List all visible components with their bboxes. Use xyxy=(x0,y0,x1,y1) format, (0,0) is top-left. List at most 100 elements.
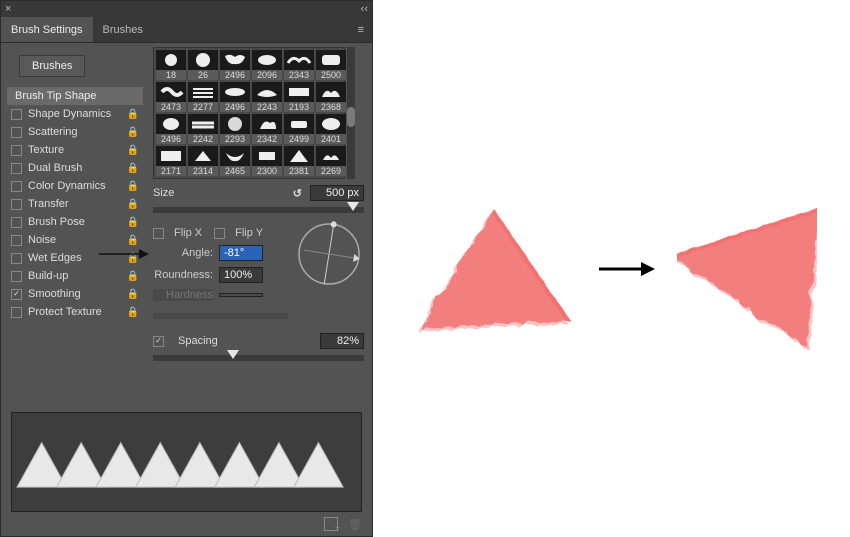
brush-thumbnail[interactable]: 2171 xyxy=(156,146,186,176)
new-preset-icon[interactable]: + xyxy=(324,517,338,531)
thumb-preview xyxy=(284,146,314,166)
brushes-button[interactable]: Brushes xyxy=(19,55,85,77)
category-checkbox[interactable] xyxy=(11,307,22,318)
collapse-icon[interactable]: ‹‹ xyxy=(361,3,368,15)
thumb-number: 2496 xyxy=(156,134,186,144)
category-checkbox[interactable] xyxy=(11,109,22,120)
thumb-number: 2343 xyxy=(284,70,314,80)
trash-icon[interactable]: 🗑 xyxy=(348,518,362,531)
grid-scrollbar[interactable] xyxy=(347,47,355,179)
categories-sidebar: Brushes Brush Tip ShapeShape Dynamics🔒Sc… xyxy=(1,43,149,406)
angle-dial[interactable] xyxy=(294,219,364,289)
brush-thumbnail[interactable]: 26 xyxy=(188,50,218,80)
size-input[interactable] xyxy=(310,185,364,201)
brush-thumbnail[interactable]: 2496 xyxy=(220,50,250,80)
brush-thumbnail[interactable]: 2314 xyxy=(188,146,218,176)
spacing-slider-thumb[interactable] xyxy=(227,350,239,359)
category-checkbox[interactable] xyxy=(11,181,22,192)
spacing-input[interactable] xyxy=(320,333,364,349)
lock-icon[interactable]: 🔒 xyxy=(127,163,139,174)
category-checkbox[interactable] xyxy=(11,199,22,210)
brush-thumbnail[interactable]: 2242 xyxy=(188,114,218,144)
tab-brush-settings[interactable]: Brush Settings xyxy=(1,17,93,42)
lock-icon[interactable]: 🔒 xyxy=(127,307,139,318)
lock-icon[interactable]: 🔒 xyxy=(127,199,139,210)
category-row[interactable]: Noise 🔒 xyxy=(7,231,143,249)
size-slider[interactable] xyxy=(153,207,364,213)
lock-icon[interactable]: 🔒 xyxy=(127,109,139,120)
category-row[interactable]: Brush Pose🔒 xyxy=(7,213,143,231)
lock-icon[interactable]: 🔒 xyxy=(127,127,139,138)
brush-thumbnail[interactable]: 2243 xyxy=(252,82,282,112)
spacing-slider[interactable] xyxy=(153,355,364,361)
brush-thumbnail[interactable]: 2500 xyxy=(316,50,346,80)
category-row[interactable]: Dual Brush🔒 xyxy=(7,159,143,177)
lock-icon[interactable]: 🔒 xyxy=(127,289,139,300)
brush-thumbnail[interactable]: 2269 xyxy=(316,146,346,176)
category-row[interactable]: Color Dynamics🔒 xyxy=(7,177,143,195)
thumb-number: 2269 xyxy=(316,166,346,176)
brush-thumbnail[interactable]: 2381 xyxy=(284,146,314,176)
size-slider-thumb[interactable] xyxy=(347,202,359,211)
brush-thumbnail[interactable]: 2193 xyxy=(284,82,314,112)
category-checkbox[interactable] xyxy=(11,289,22,300)
category-checkbox[interactable] xyxy=(11,163,22,174)
category-checkbox[interactable] xyxy=(11,271,22,282)
brush-thumbnail[interactable]: 18 xyxy=(156,50,186,80)
brush-thumbnail[interactable]: 2401 xyxy=(316,114,346,144)
lock-icon[interactable]: 🔒 xyxy=(127,145,139,156)
tab-brushes[interactable]: Brushes xyxy=(93,17,153,42)
brush-thumbnail[interactable]: 2343 xyxy=(284,50,314,80)
thumb-preview xyxy=(188,50,218,70)
brush-thumbnail[interactable]: 2300 xyxy=(252,146,282,176)
category-row[interactable]: Scattering🔒 xyxy=(7,123,143,141)
reset-size-icon[interactable]: ↺ xyxy=(293,187,302,200)
angle-input[interactable] xyxy=(219,245,263,261)
lock-icon[interactable]: 🔒 xyxy=(127,235,139,246)
category-checkbox[interactable] xyxy=(11,253,22,264)
lock-icon[interactable]: 🔒 xyxy=(127,217,139,228)
category-row[interactable]: Protect Texture🔒 xyxy=(7,303,143,321)
brush-thumbnail[interactable]: 2368 xyxy=(316,82,346,112)
brush-thumbnail[interactable]: 2277 xyxy=(188,82,218,112)
category-row[interactable]: Smoothing🔒 xyxy=(7,285,143,303)
category-row[interactable]: Transfer🔒 xyxy=(7,195,143,213)
flip-x-checkbox[interactable]: Flip X xyxy=(153,227,202,239)
thumb-preview xyxy=(156,146,186,166)
category-label: Texture xyxy=(28,144,123,156)
thumb-preview xyxy=(188,146,218,166)
category-label: Noise xyxy=(28,234,123,246)
brush-thumbnail[interactable]: 2096 xyxy=(252,50,282,80)
category-row[interactable]: Shape Dynamics🔒 xyxy=(7,105,143,123)
brush-thumbnail[interactable]: 2293 xyxy=(220,114,250,144)
thumb-preview xyxy=(156,50,186,70)
panel-menu-icon[interactable]: ≡ xyxy=(350,17,372,42)
scroll-thumb[interactable] xyxy=(347,107,355,127)
brush-thumbnail[interactable]: 2342 xyxy=(252,114,282,144)
thumb-preview xyxy=(220,82,250,102)
brush-thumbnail[interactable]: 2496 xyxy=(220,82,250,112)
roundness-input[interactable] xyxy=(219,267,263,283)
thumb-preview xyxy=(156,114,186,134)
category-row[interactable]: Texture 🔒 xyxy=(7,141,143,159)
brush-thumbnail-grid[interactable]: 1826249620962343250024732277249622432193… xyxy=(153,47,345,179)
category-checkbox[interactable] xyxy=(11,217,22,228)
flip-y-checkbox[interactable]: Flip Y xyxy=(214,227,263,239)
brush-thumbnail[interactable]: 2473 xyxy=(156,82,186,112)
thumb-number: 2496 xyxy=(220,70,250,80)
spacing-checkbox[interactable] xyxy=(153,336,164,347)
brush-thumbnail[interactable]: 2496 xyxy=(156,114,186,144)
close-icon[interactable]: × xyxy=(5,3,11,15)
category-row[interactable]: Build-up🔒 xyxy=(7,267,143,285)
category-row[interactable]: Brush Tip Shape xyxy=(7,87,143,105)
hardness-label: Hardness xyxy=(153,289,213,301)
thumb-preview xyxy=(316,82,346,102)
category-checkbox[interactable] xyxy=(11,127,22,138)
category-checkbox[interactable] xyxy=(11,145,22,156)
brush-thumbnail[interactable]: 2499 xyxy=(284,114,314,144)
brush-thumbnail[interactable]: 2465 xyxy=(220,146,250,176)
lock-icon[interactable]: 🔒 xyxy=(127,271,139,282)
category-checkbox[interactable] xyxy=(11,235,22,246)
angle-field: Angle: xyxy=(153,245,288,261)
lock-icon[interactable]: 🔒 xyxy=(127,181,139,192)
